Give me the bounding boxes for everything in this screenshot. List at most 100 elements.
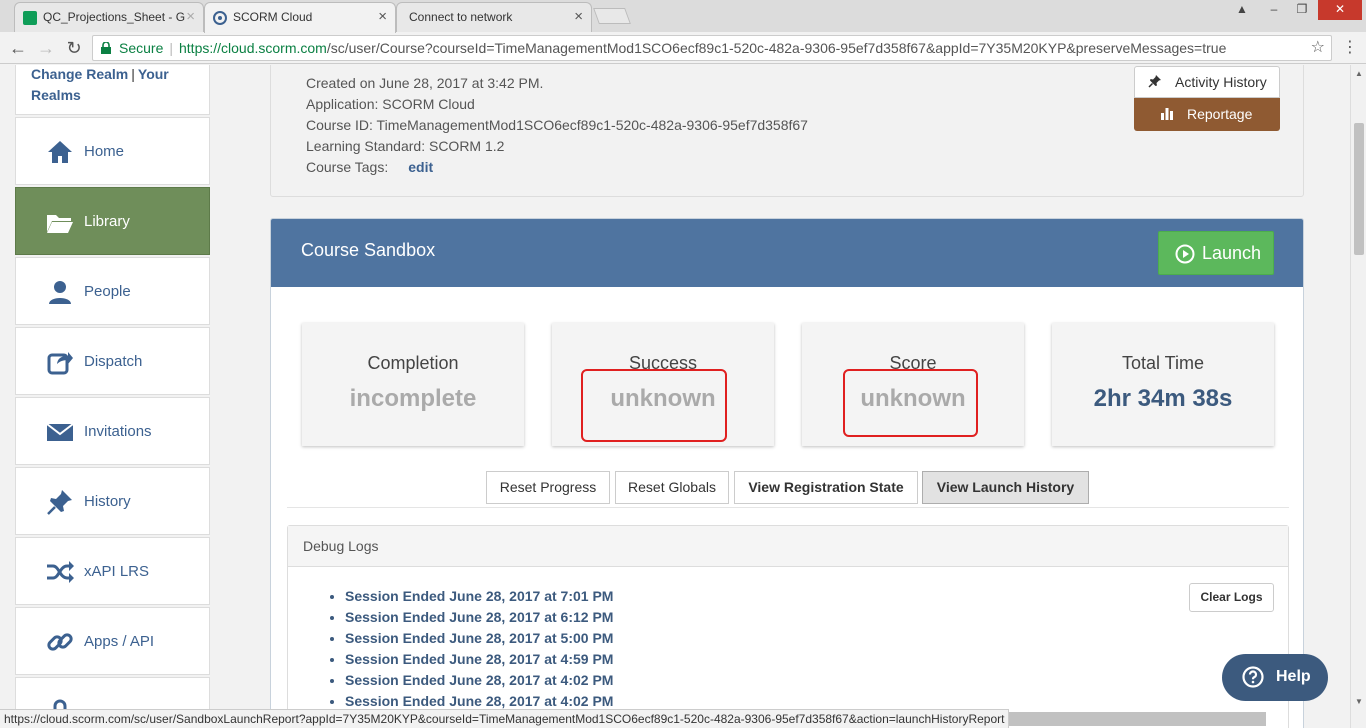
reset-globals-button[interactable]: Reset Globals — [615, 471, 729, 504]
debug-logs-panel: Debug Logs Clear Logs Session Ended June… — [287, 525, 1289, 728]
reset-progress-button[interactable]: Reset Progress — [486, 471, 610, 504]
completion-stat-card: Completion incomplete — [302, 323, 524, 446]
highlight-annotation — [843, 369, 978, 437]
sidebar-item-people[interactable]: People — [15, 257, 210, 325]
maximize-button[interactable]: ❐ — [1288, 0, 1316, 20]
home-icon — [48, 141, 72, 163]
success-stat-card: Success unknown — [552, 323, 774, 446]
bookmark-star-icon[interactable]: ☆ — [1311, 36, 1325, 60]
list-item: Session Ended June 28, 2017 at 4:02 PM — [345, 670, 613, 691]
learning-standard-info: Learning Standard: SCORM 1.2 — [306, 138, 505, 154]
folder-open-icon — [47, 215, 73, 233]
list-item: Session Ended June 28, 2017 at 5:00 PM — [345, 628, 613, 649]
stat-value: 2hr 34m 38s — [1093, 385, 1233, 412]
sidebar-item-dispatch[interactable]: Dispatch — [15, 327, 210, 395]
help-label: Help — [1276, 668, 1311, 685]
sidebar-item-home[interactable]: Home — [15, 117, 210, 185]
debug-logs-title: Debug Logs — [288, 526, 1288, 567]
help-button[interactable]: Help — [1222, 654, 1328, 701]
question-circle-icon — [1242, 666, 1264, 688]
list-item: Session Ended June 28, 2017 at 6:12 PM — [345, 607, 613, 628]
launch-button[interactable]: Launch — [1158, 231, 1274, 275]
sidebar-item-library[interactable]: Library — [15, 187, 210, 255]
reportage-button[interactable]: Reportage — [1134, 98, 1280, 131]
sidebar-item-label: People — [84, 283, 131, 300]
clear-logs-button[interactable]: Clear Logs — [1189, 583, 1274, 612]
stat-value: incomplete — [349, 385, 477, 412]
sheets-icon — [23, 11, 37, 25]
person-icon — [49, 281, 71, 304]
course-info-card: Created on June 28, 2017 at 3:42 PM. App… — [270, 65, 1304, 197]
status-bar-url: https://cloud.scorm.com/sc/user/SandboxL… — [0, 709, 1010, 728]
sidebar-item-label: Invitations — [84, 423, 152, 440]
divider — [287, 507, 1289, 508]
url-path: /sc/user/Course?courseId=TimeManagementM… — [326, 40, 1227, 56]
view-registration-state-button[interactable]: View Registration State — [734, 471, 918, 504]
score-stat-card: Score unknown — [802, 323, 1024, 446]
sidebar-item-label: Apps / API — [84, 633, 155, 650]
share-icon — [47, 352, 73, 375]
envelope-icon — [46, 423, 74, 441]
tab-qc-projections[interactable]: QC_Projections_Sheet - G × — [14, 2, 204, 32]
list-item: Session Ended June 28, 2017 at 7:01 PM — [345, 586, 613, 607]
your-realms-link[interactable]: Your — [138, 66, 169, 82]
application-info: Application: SCORM Cloud — [306, 96, 475, 112]
sandbox-header: Course Sandbox Launch — [271, 219, 1303, 287]
back-icon[interactable]: ← — [8, 38, 28, 58]
close-icon[interactable]: × — [574, 8, 583, 25]
tab-title: Connect to network — [409, 10, 513, 24]
scroll-up-icon[interactable]: ▲ — [1355, 69, 1363, 78]
highlight-annotation — [581, 369, 727, 442]
close-icon[interactable]: × — [186, 8, 195, 25]
sidebar-item-label: Library — [84, 213, 130, 230]
course-tags-label: Course Tags: — [306, 159, 389, 175]
pushpin-icon — [47, 490, 72, 515]
tab-title: SCORM Cloud — [233, 10, 313, 24]
close-icon[interactable]: × — [378, 8, 387, 25]
list-item: Session Ended June 28, 2017 at 4:59 PM — [345, 649, 613, 670]
tab-title: QC_Projections_Sheet - G — [43, 10, 186, 24]
address-bar[interactable]: Secure | https://cloud.scorm.com/sc/user/C… — [92, 35, 1332, 61]
realm-switcher: Change Realm | Your Realms — [15, 65, 210, 115]
sidebar-item-label: xAPI LRS — [84, 563, 150, 580]
play-circle-icon — [1175, 244, 1195, 264]
sidebar-item-invitations[interactable]: Invitations — [15, 397, 210, 465]
sidebar-item-label: History — [84, 493, 131, 510]
link-icon — [47, 633, 73, 651]
scroll-down-icon[interactable]: ▼ — [1355, 697, 1363, 706]
edit-tags-link[interactable]: edit — [388, 159, 433, 175]
sandbox-title: Course Sandbox — [301, 240, 436, 260]
debug-log-list: Session Ended June 28, 2017 at 7:01 PM S… — [328, 586, 613, 712]
secure-label: Secure — [119, 40, 164, 56]
created-date: Created on June 28, 2017 at 3:42 PM. — [306, 75, 544, 91]
change-realm-link[interactable]: Change Realm — [31, 66, 128, 82]
vertical-scrollbar[interactable]: ▲ ▼ — [1350, 65, 1366, 728]
minimize-button[interactable]: – — [1260, 0, 1288, 20]
horizontal-scrollbar[interactable] — [1004, 712, 1266, 726]
your-realms-link-line2[interactable]: Realms — [31, 87, 81, 103]
sidebar-item-apps-api[interactable]: Apps / API — [15, 607, 210, 675]
forward-icon[interactable]: → — [36, 38, 56, 58]
reload-icon[interactable]: ↻ — [64, 38, 84, 58]
pushpin-icon — [1148, 75, 1161, 88]
tab-connect-network[interactable]: Connect to network × — [396, 2, 592, 32]
course-id-info: Course ID: TimeManagementMod1SCO6ecf89c1… — [306, 117, 808, 133]
browser-tab-bar: QC_Projections_Sheet - G × SCORM Cloud ×… — [0, 0, 1366, 33]
url-host: https://cloud.scorm.com — [179, 40, 327, 56]
total-time-stat-card: Total Time 2hr 34m 38s — [1052, 323, 1274, 446]
stat-label: Completion — [367, 353, 459, 373]
shuffle-icon — [47, 561, 74, 583]
sidebar-item-history[interactable]: History — [15, 467, 210, 535]
window-close-button[interactable]: ✕ — [1318, 0, 1362, 20]
course-tags-row: Course Tags: edit — [306, 159, 433, 175]
new-tab-button[interactable] — [593, 8, 631, 24]
scrollbar-thumb[interactable] — [1354, 123, 1364, 255]
bar-chart-icon — [1161, 108, 1173, 120]
reportage-label: Reportage — [1187, 106, 1253, 122]
profile-icon[interactable]: ▲ — [1228, 0, 1256, 20]
tab-scorm-cloud[interactable]: SCORM Cloud × — [204, 2, 396, 33]
view-launch-history-button[interactable]: View Launch History — [922, 471, 1089, 504]
activity-history-button[interactable]: Activity History — [1134, 66, 1280, 98]
browser-menu-icon[interactable]: ⋮ — [1342, 40, 1358, 56]
sidebar-item-xapi-lrs[interactable]: xAPI LRS — [15, 537, 210, 605]
